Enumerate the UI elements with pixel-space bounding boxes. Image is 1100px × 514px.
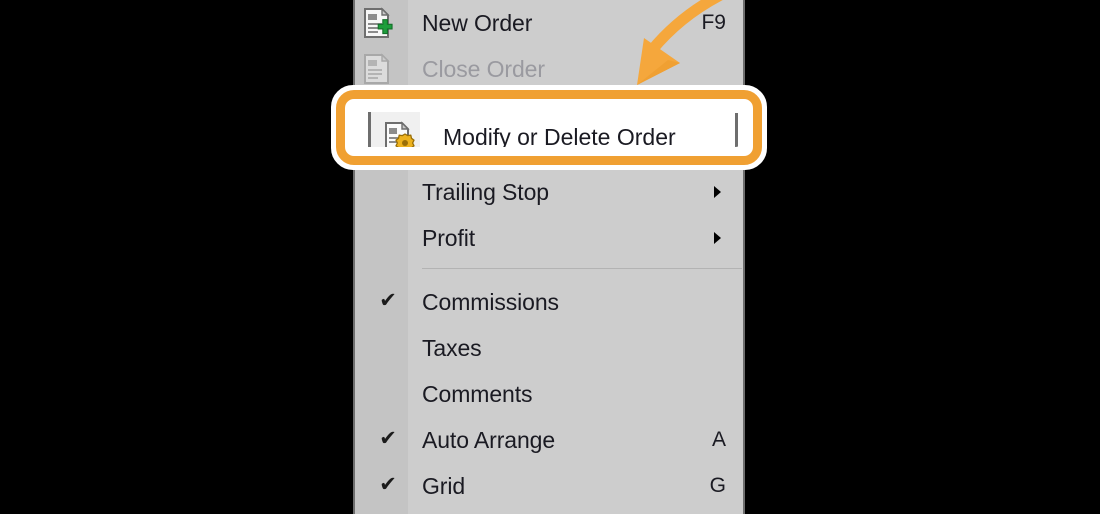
menu-item-label: Taxes bbox=[422, 335, 482, 361]
menu-item-label: Commissions bbox=[422, 289, 559, 315]
menu-item-trailing-stop[interactable]: Trailing Stop bbox=[355, 169, 743, 215]
menu-item-label: Profit bbox=[422, 225, 476, 251]
highlighted-menu-item-modify-or-delete-order[interactable]: Modify or Delete Order bbox=[354, 108, 744, 147]
menu-item-grid[interactable]: ✔ Grid G bbox=[355, 463, 743, 509]
menu-separator bbox=[422, 268, 742, 269]
menu-item-taxes[interactable]: Taxes bbox=[355, 325, 743, 371]
highlighted-item-right-rule bbox=[735, 113, 738, 147]
menu-item-accelerator: G bbox=[709, 474, 726, 497]
document-close-icon bbox=[361, 52, 395, 86]
chevron-right-icon bbox=[714, 232, 721, 244]
menu-item-profit[interactable]: Profit bbox=[355, 215, 743, 261]
menu-item-label: Auto Arrange bbox=[422, 427, 556, 453]
highlight-callout-box: Modify or Delete Order bbox=[331, 85, 767, 170]
checkmark-icon: ✔ bbox=[379, 473, 397, 496]
menu-item-new-order[interactable]: New Order F9 bbox=[355, 0, 743, 46]
highlighted-item-icon-cell bbox=[368, 112, 420, 147]
menu-item-label: New Order bbox=[422, 10, 533, 36]
highlight-callout-border: Modify or Delete Order bbox=[336, 90, 762, 165]
menu-item-label: Trailing Stop bbox=[422, 179, 549, 205]
menu-item-label: Grid bbox=[422, 473, 466, 499]
menu-item-commissions[interactable]: ✔ Commissions bbox=[355, 279, 743, 325]
menu-item-auto-arrange[interactable]: ✔ Auto Arrange A bbox=[355, 417, 743, 463]
document-add-icon bbox=[361, 6, 395, 40]
checkmark-icon: ✔ bbox=[379, 427, 397, 450]
context-menu: New Order F9 Close Order Trailing Stop P… bbox=[353, 0, 745, 514]
chevron-right-icon bbox=[714, 186, 721, 198]
highlighted-item-label: Modify or Delete Order bbox=[443, 124, 676, 147]
menu-item-label: Comments bbox=[422, 381, 533, 407]
checkmark-icon: ✔ bbox=[379, 289, 397, 312]
document-gear-icon bbox=[382, 121, 416, 147]
menu-item-comments[interactable]: Comments bbox=[355, 371, 743, 417]
menu-item-accelerator: F9 bbox=[701, 11, 726, 34]
menu-item-accelerator: A bbox=[711, 428, 726, 451]
